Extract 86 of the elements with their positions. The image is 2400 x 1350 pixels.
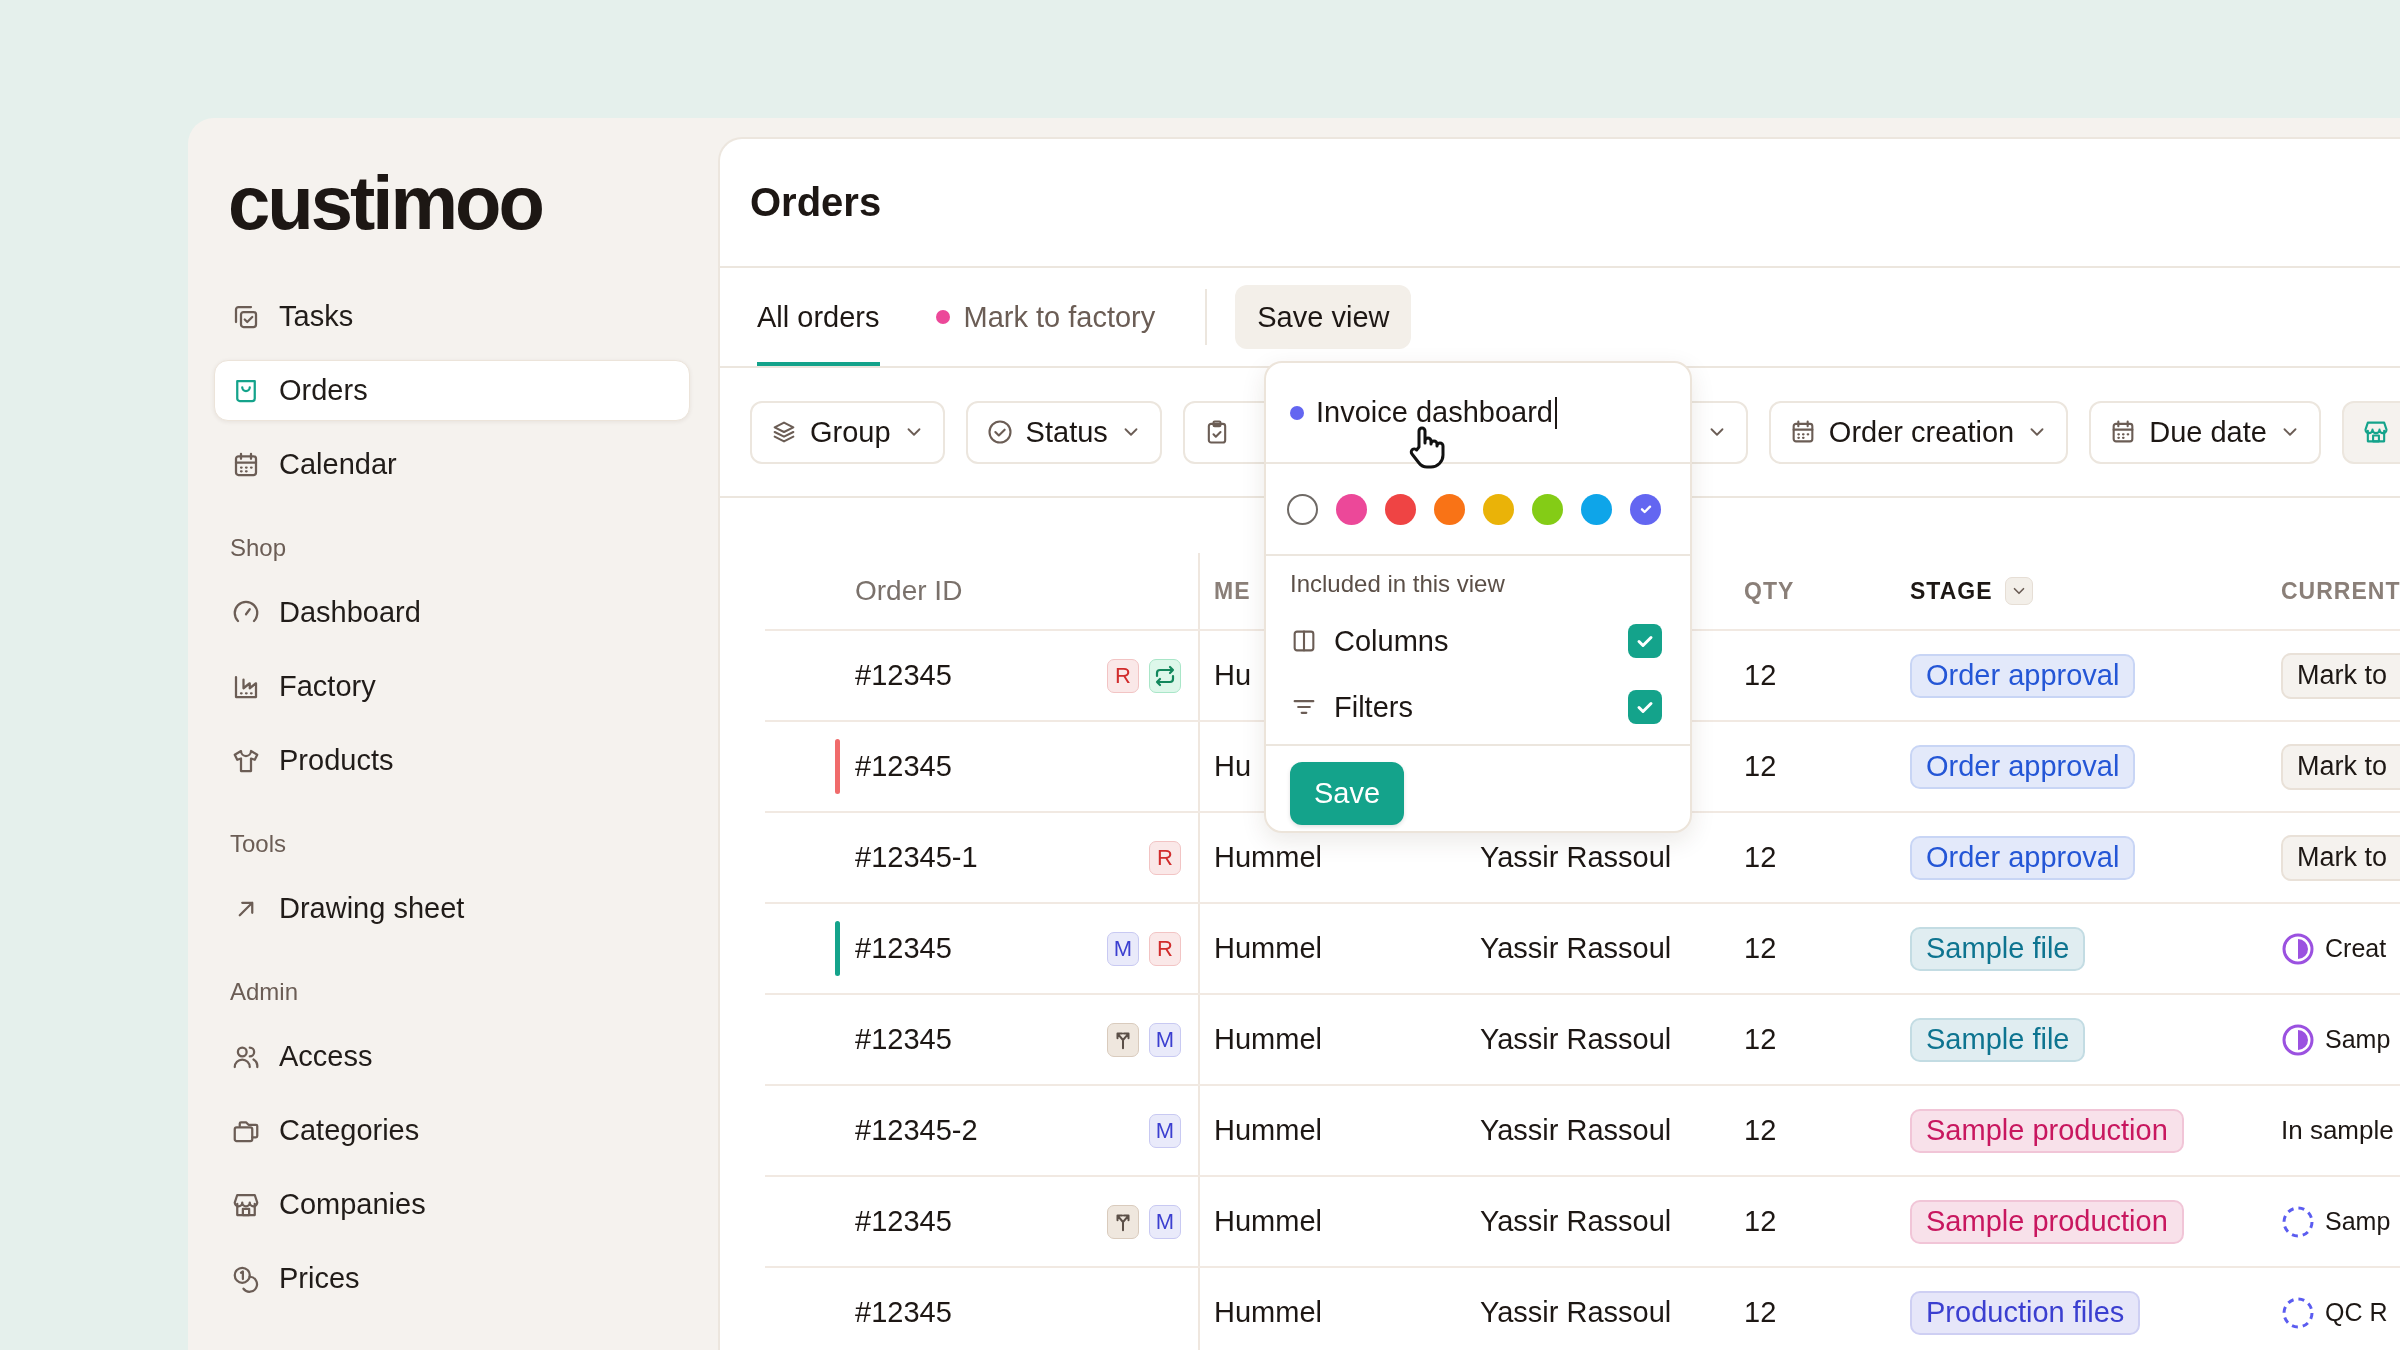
filter-button[interactable]: Status [965,400,1162,464]
table-cell: 12 [1744,932,1777,965]
filter-button[interactable]: Order creation [1768,400,2069,464]
table-cell: Yassir Rassoul [1480,1296,1672,1329]
status-text: Creat [2325,934,2387,963]
sidebar-item[interactable]: Orders [214,360,690,421]
stage-tag: Sample file [1910,926,2086,971]
filter-button[interactable]: Due date [2089,400,2321,464]
order-id: #12345 [855,1023,952,1056]
order-id: #12345-1 [855,841,978,874]
column-header: STAGE [1910,577,1993,605]
table-cell: Hummel [1214,1114,1322,1147]
order-id: #12345 [855,750,952,783]
letter-badge: R [1149,931,1181,966]
column-header: ME [1214,577,1251,605]
table-cell: Hummel [1214,841,1322,874]
save-view-button[interactable]: Save view [1235,285,1412,349]
table-cell: 12 [1744,659,1777,692]
status-chip[interactable]: Mark to [2281,652,2400,699]
order-id: #12345 [855,659,952,692]
table-cell: Hummel [1214,1296,1322,1329]
view-tab[interactable]: All orders [757,268,880,366]
section-heading: Included in this view [1290,570,1505,598]
column-header: Order ID [855,575,963,607]
sidebar-item[interactable]: Prices [214,1248,690,1309]
column-header: QTY [1744,577,1795,605]
column-header: CURRENT [2281,577,2400,605]
stage-tag: Sample file [1910,1017,2086,1062]
letter-badge: R [1149,840,1181,875]
stage-tag: Sample production [1910,1199,2184,1244]
section-heading: Shop [230,533,287,563]
view-tab[interactable]: Mark to factory [935,268,1156,366]
letter-badge: M [1149,1204,1181,1239]
status-chip[interactable]: Mark to [2281,834,2400,881]
table-cell: 12 [1744,1114,1777,1147]
sidebar-item[interactable]: Factory [214,656,690,717]
table-cell: Yassir Rassoul [1480,841,1672,874]
order-id: #12345 [855,1296,952,1329]
filter-button[interactable]: Group [750,400,945,464]
table-cell: Hummel [1214,932,1322,965]
status-text: Samp [2325,1207,2391,1236]
stage-tag: Order approval [1910,653,2136,698]
table-cell: 12 [1744,750,1777,783]
section-heading: Tools [230,829,287,859]
letter-badge: M [1107,931,1139,966]
table-cell: Yassir Rassoul [1480,932,1672,965]
order-id: #12345 [855,932,952,965]
table-cell: 12 [1744,1205,1777,1238]
sidebar-item[interactable]: Access [214,1026,690,1087]
sidebar-item[interactable]: Categories [214,1100,690,1161]
order-id: #12345-2 [855,1114,978,1147]
page-title: Orders [750,180,882,225]
sidebar-item[interactable]: Companies [214,1174,690,1235]
sidebar-item[interactable]: Products [214,730,690,791]
table-cell: 12 [1744,841,1777,874]
sidebar-item[interactable]: Dashboard [214,582,690,643]
status-chip[interactable]: Mark to [2281,743,2400,790]
logo: custimoo [227,165,542,241]
table-cell: 12 [1744,1296,1777,1329]
stage-tag: Production files [1910,1290,2141,1335]
table-cell: 12 [1744,1023,1777,1056]
tab-label: Mark to factory [963,300,1156,334]
table-cell: Hummel [1214,1023,1322,1056]
letter-badge: R [1107,658,1139,693]
status-text: Samp [2325,1025,2391,1054]
table-cell: Hummel [1214,1205,1322,1238]
table-cell: Yassir Rassoul [1480,1023,1672,1056]
table-cell: Hu [1214,750,1252,783]
letter-badge: M [1149,1022,1181,1057]
sidebar-item[interactable]: Drawing sheet [214,878,690,939]
order-id: #12345 [855,1205,952,1238]
name-field[interactable]: Invoice dashboard [1316,396,1557,429]
section-heading: Admin [230,977,299,1007]
option-label: Filters [1334,690,1413,724]
table-cell: Yassir Rassoul [1480,1114,1672,1147]
stage-tag: Order approval [1910,835,2136,880]
stage-tag: Sample production [1910,1108,2184,1153]
table-cell: Yassir Rassoul [1480,1205,1672,1238]
table-cell: Hu [1214,659,1252,692]
stage-tag: Order approval [1910,744,2136,789]
sidebar-item[interactable]: Calendar [214,434,690,495]
status-text: QC R [2325,1298,2388,1327]
status-text: In sample [2281,1115,2394,1146]
sidebar-item[interactable]: Tasks [214,286,690,347]
letter-badge: M [1149,1113,1181,1148]
option-label: Columns [1334,624,1449,658]
